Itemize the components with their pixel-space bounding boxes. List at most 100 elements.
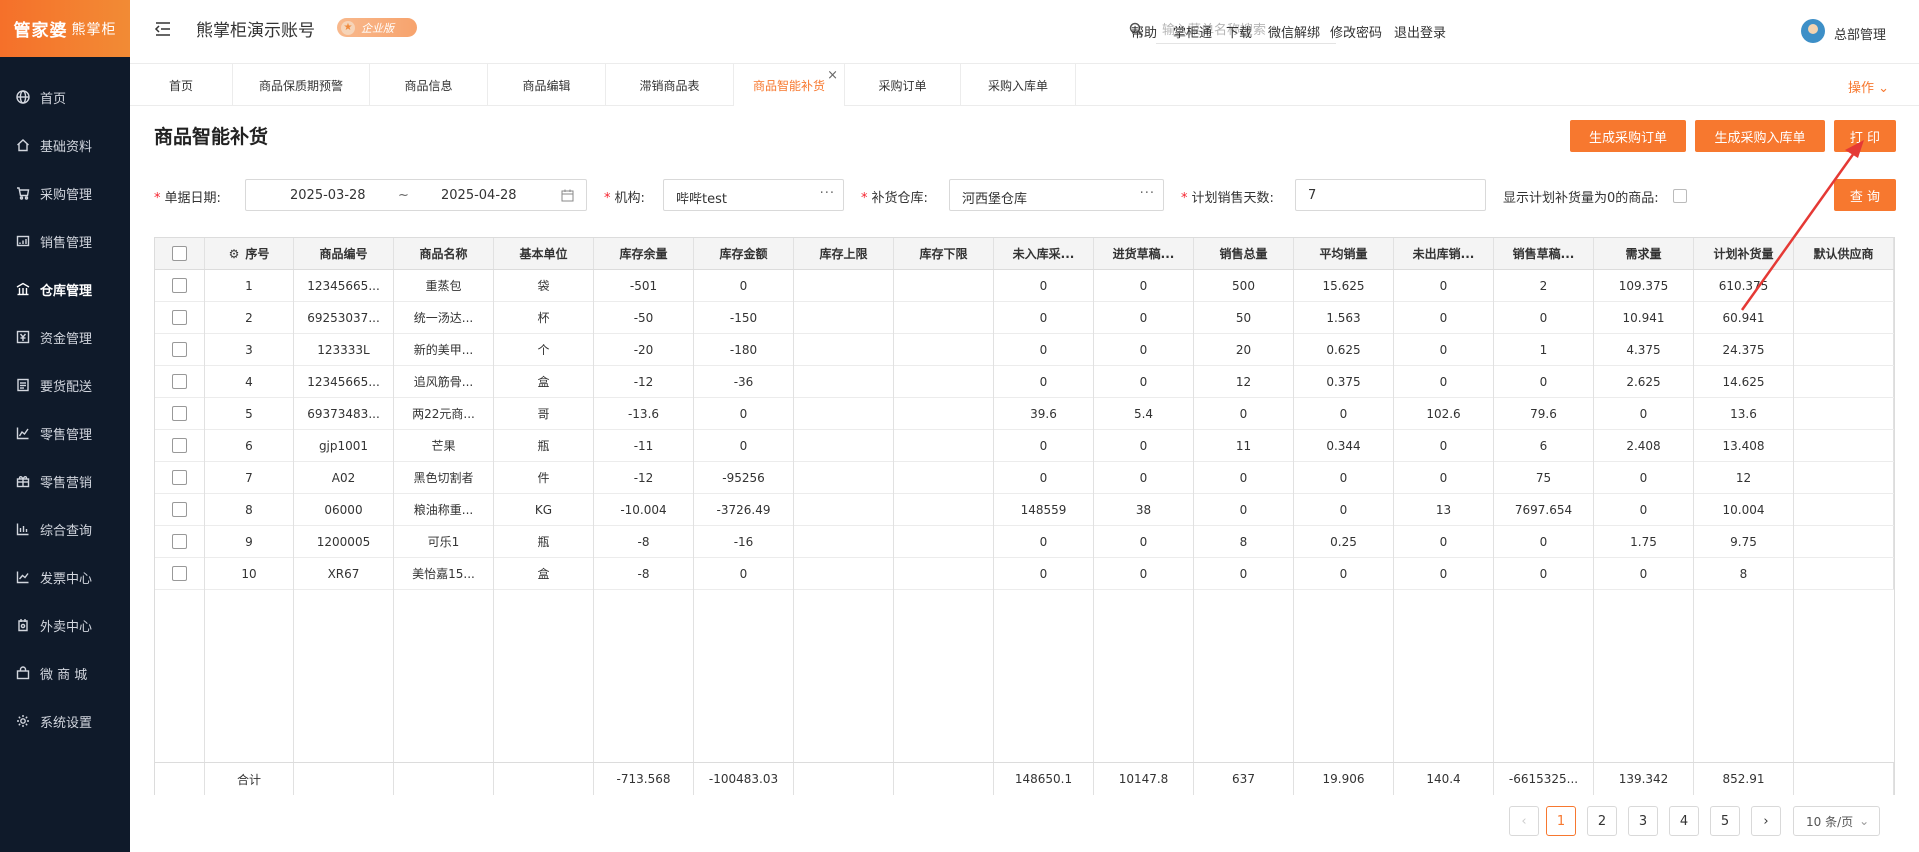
date-range-picker[interactable]: 2025-03-28 ~ 2025-04-28 <box>245 179 587 211</box>
next-page-button[interactable]: › <box>1751 806 1781 836</box>
sidebar-item-10[interactable]: 综合查询 <box>0 505 130 553</box>
column-header-8[interactable]: 库存下限 <box>894 238 994 269</box>
column-header-5[interactable]: 库存余量 <box>594 238 694 269</box>
table-row[interactable]: 4 12345665... 追风筋骨... 盒 -12 -36 0 0 12 0.375 0 0 2.6… <box>155 366 1894 398</box>
page-button[interactable]: 3 <box>1628 806 1658 836</box>
query-button[interactable]: 查 询 <box>1834 179 1896 211</box>
download-link[interactable]: 下载 <box>1226 22 1252 41</box>
tab-4[interactable]: 商品编辑 <box>488 64 606 106</box>
tab-2[interactable]: 商品保质期预警 <box>233 64 370 106</box>
column-header-12[interactable]: 平均销量 <box>1294 238 1394 269</box>
table-cell: 瓶 <box>494 430 594 461</box>
cell-value: 12345665... <box>307 374 380 389</box>
row-checkbox[interactable] <box>172 310 187 325</box>
table-row[interactable]: 2 69253037... 统一汤达... 杯 -50 -150 0 0 50 1.563 0 0 10… <box>155 302 1894 334</box>
page-button[interactable]: 2 <box>1587 806 1617 836</box>
cell-value: 8 <box>245 502 253 517</box>
sidebar-item-5[interactable]: 仓库管理 <box>0 265 130 313</box>
sidebar-item-13[interactable]: 微 商 城 <box>0 649 130 697</box>
table-row[interactable]: 3 123333L 新的美甲... 个 -20 -180 0 0 20 0.625 0 1 4.375 2… <box>155 334 1894 366</box>
column-header-10[interactable]: 进货草稿... <box>1094 238 1194 269</box>
column-header-6[interactable]: 库存金额 <box>694 238 794 269</box>
menu-collapse-icon[interactable] <box>154 20 172 38</box>
select-all-checkbox[interactable] <box>172 246 187 261</box>
table-cell: -36 <box>694 366 794 397</box>
table-row[interactable]: 1 12345665... 重蒸包 袋 -501 0 0 0 500 15.625 0 2 109.37… <box>155 270 1894 302</box>
row-checkbox[interactable] <box>172 534 187 549</box>
change-password-link[interactable]: 修改密码 <box>1330 22 1382 41</box>
sidebar-item-14[interactable]: 系统设置 <box>0 697 130 745</box>
more-dots-icon[interactable]: ··· <box>820 186 835 201</box>
tab-6[interactable]: 商品智能补货 × <box>734 64 845 106</box>
tab-7[interactable]: 采购订单 <box>845 64 961 106</box>
page-button[interactable]: 1 <box>1546 806 1576 836</box>
column-header-7[interactable]: 库存上限 <box>794 238 894 269</box>
column-header-14[interactable]: 销售草稿... <box>1494 238 1594 269</box>
org-select[interactable]: 哔哔test ··· <box>663 179 844 211</box>
row-checkbox[interactable] <box>172 470 187 485</box>
row-checkbox[interactable] <box>172 406 187 421</box>
sidebar-item-3[interactable]: 采购管理 <box>0 169 130 217</box>
logout-link[interactable]: 退出登录 <box>1394 22 1446 41</box>
sidebar-item-4[interactable]: 销售管理 <box>0 217 130 265</box>
column-header-17[interactable]: 默认供应商 <box>1794 238 1894 269</box>
close-icon[interactable]: × <box>827 68 838 83</box>
column-header-9[interactable]: 未入库采... <box>994 238 1094 269</box>
sales-days-input[interactable]: 7 <box>1295 179 1486 211</box>
row-checkbox[interactable] <box>172 438 187 453</box>
column-header-2[interactable]: 商品编号 <box>294 238 394 269</box>
sidebar-item-6[interactable]: 资金管理 <box>0 313 130 361</box>
page-size-select[interactable]: 10 条/页 ⌄ <box>1793 806 1880 836</box>
row-checkbox[interactable] <box>172 278 187 293</box>
generate-purchase-inbound-button[interactable]: 生成采购入库单 <box>1695 120 1825 152</box>
row-checkbox[interactable] <box>172 342 187 357</box>
wechat-unbind-link[interactable]: 微信解绑 <box>1268 22 1320 41</box>
column-header-13[interactable]: 未出库销... <box>1394 238 1494 269</box>
table-row[interactable]: 7 A02 黑色切割者 件 -12 -95256 0 0 0 0 0 75 0 12 <box>155 462 1894 494</box>
operations-menu[interactable]: 操作 ⌄ <box>1848 77 1889 96</box>
sidebar-item-7[interactable]: 要货配送 <box>0 361 130 409</box>
row-checkbox[interactable] <box>172 502 187 517</box>
sidebar-item-12[interactable]: 外卖中心 <box>0 601 130 649</box>
column-header-1[interactable]: ⚙ 序号 <box>205 238 294 269</box>
tab-5[interactable]: 滞销商品表 <box>606 64 734 106</box>
zhanggui-link[interactable]: 掌柜通 <box>1173 22 1212 41</box>
more-dots-icon[interactable]: ··· <box>1140 186 1155 201</box>
date-from[interactable]: 2025-03-28 <box>290 188 366 203</box>
column-header-16[interactable]: 计划补货量 <box>1694 238 1794 269</box>
tab-8[interactable]: 采购入库单 <box>961 64 1076 106</box>
warehouse-select[interactable]: 河西堡仓库 ··· <box>949 179 1164 211</box>
help-link[interactable]: 帮助 <box>1131 22 1157 41</box>
prev-page-button[interactable]: ‹ <box>1509 806 1539 836</box>
row-checkbox[interactable] <box>172 374 187 389</box>
brand-logo[interactable]: 管家婆 熊掌柜 <box>0 0 130 57</box>
settings-icon[interactable]: ⚙ <box>229 247 240 261</box>
table-cell: -3726.49 <box>694 494 794 525</box>
table-row[interactable]: 6 gjp1001 芒果 瓶 -11 0 0 0 11 0.344 0 6 2.408 13.408 <box>155 430 1894 462</box>
page-button[interactable]: 4 <box>1669 806 1699 836</box>
column-header-4[interactable]: 基本单位 <box>494 238 594 269</box>
generate-purchase-order-button[interactable]: 生成采购订单 <box>1570 120 1686 152</box>
date-to[interactable]: 2025-04-28 <box>441 188 517 203</box>
show-zero-checkbox[interactable] <box>1673 189 1687 203</box>
print-button[interactable]: 打 印 <box>1834 120 1896 152</box>
sidebar-item-1[interactable]: 首页 <box>0 73 130 121</box>
column-header-3[interactable]: 商品名称 <box>394 238 494 269</box>
tab-1[interactable]: 首页 <box>130 64 233 106</box>
table-cell: 0 <box>994 462 1094 493</box>
sidebar-item-2[interactable]: 基础资料 <box>0 121 130 169</box>
table-row[interactable]: 10 XR67 美怡嘉15... 盒 -8 0 0 0 0 0 0 0 0 8 <box>155 558 1894 590</box>
table-row[interactable]: 5 69373483... 两22元商... 哥 -13.6 0 39.6 5.4 0 0 102.… <box>155 398 1894 430</box>
user-name[interactable]: 总部管理 <box>1834 24 1886 43</box>
sidebar-item-8[interactable]: 零售管理 <box>0 409 130 457</box>
page-button[interactable]: 5 <box>1710 806 1740 836</box>
column-header-11[interactable]: 销售总量 <box>1194 238 1294 269</box>
avatar[interactable] <box>1801 19 1825 43</box>
sidebar-item-11[interactable]: 发票中心 <box>0 553 130 601</box>
row-checkbox[interactable] <box>172 566 187 581</box>
sidebar-item-9[interactable]: 零售营销 <box>0 457 130 505</box>
table-row[interactable]: 8 06000 粮油称重... KG -10.004 -3726.49 148559 38 0 0… <box>155 494 1894 526</box>
tab-3[interactable]: 商品信息 <box>370 64 488 106</box>
table-row[interactable]: 9 1200005 可乐1 瓶 -8 -16 0 0 8 0.25 0 0 1.75 9.75 <box>155 526 1894 558</box>
column-header-15[interactable]: 需求量 <box>1594 238 1694 269</box>
